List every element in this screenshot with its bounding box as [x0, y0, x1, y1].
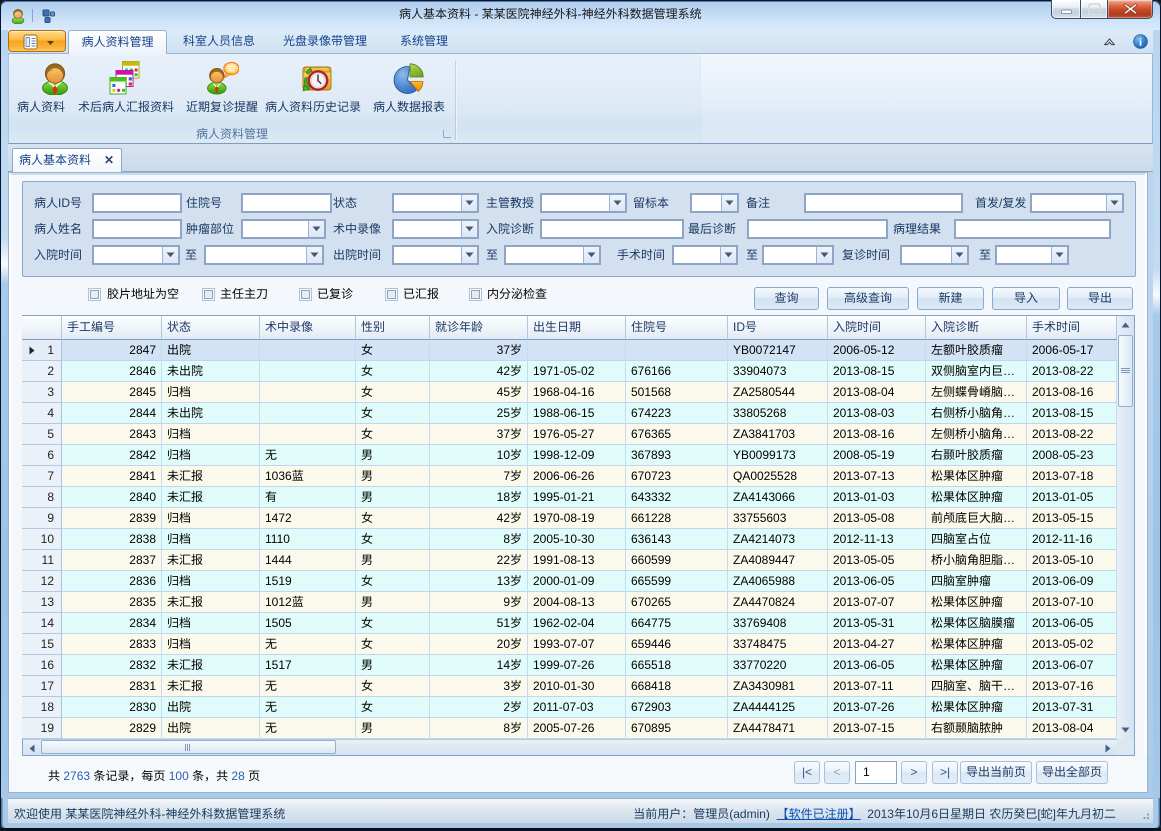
svg-text:i: i — [1139, 36, 1142, 48]
